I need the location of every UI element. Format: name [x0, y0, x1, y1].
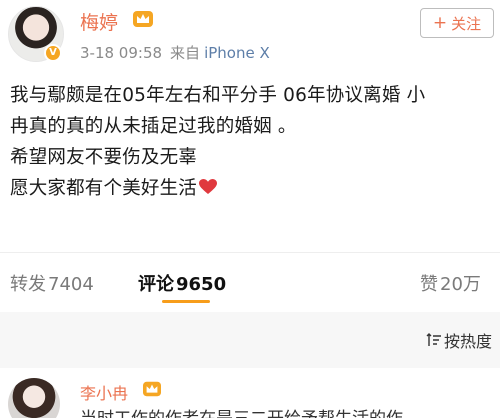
- comment-item[interactable]: 李小冉 当时工作的作者在是三二开给予帮生活的作: [0, 370, 500, 418]
- post-body: 我与鄢颇是在05年左右和平分手 06年协议离婚 小 冉真的真的从未插足过我的婚姻…: [10, 80, 494, 204]
- post-body-line: 冉真的真的从未插足过我的婚姻 。: [10, 116, 297, 137]
- comment-label: 评论: [138, 274, 174, 295]
- repost-button[interactable]: 转发 7404: [10, 270, 94, 296]
- author-name[interactable]: 梅婷: [80, 8, 118, 35]
- like-count: 20万: [440, 274, 481, 295]
- like-button[interactable]: 赞 20万: [420, 270, 481, 296]
- post-body-line: 希望网友不要伤及无辜: [10, 147, 198, 168]
- post-meta: 3-18 09:58 来自 iPhone X: [80, 42, 270, 63]
- repost-label: 转发: [10, 274, 46, 295]
- sort-by-popularity-button[interactable]: 按热度: [426, 328, 492, 352]
- commenter-name[interactable]: 李小冉: [80, 380, 128, 404]
- plus-icon: +: [432, 13, 448, 33]
- verified-badge-icon: V: [44, 44, 62, 62]
- post-body-line-last: 愿大家都有个美好生活: [10, 173, 494, 204]
- repost-count: 7404: [48, 274, 94, 295]
- follow-button[interactable]: + 关注: [420, 8, 494, 38]
- follow-label: 关注: [451, 14, 482, 33]
- divider: [0, 252, 500, 253]
- heart-icon: [199, 179, 218, 194]
- comment-tab[interactable]: 评论 9650: [138, 270, 226, 296]
- sort-label: 按热度: [443, 332, 492, 351]
- comment-text: 当时工作的作者在是三二开给予帮生活的作: [80, 408, 500, 418]
- post-source-label: 来自: [170, 44, 201, 62]
- post-body-line: 我与鄢颇是在05年左右和平分手 06年协议离婚 小: [10, 85, 426, 106]
- crown-icon: [143, 381, 161, 397]
- commenter-avatar[interactable]: [8, 378, 60, 418]
- post-body-line: 愿大家都有个美好生活: [10, 178, 198, 199]
- active-tab-indicator: [162, 300, 210, 303]
- crown-icon: [133, 11, 153, 27]
- comment-sort-bar: 按热度: [0, 312, 500, 368]
- like-label: 赞: [420, 274, 438, 295]
- post-device[interactable]: iPhone X: [204, 44, 270, 62]
- comment-count: 9650: [176, 274, 227, 295]
- post-timestamp: 3-18 09:58: [80, 44, 163, 62]
- post-header: V 梅婷 3-18 09:58 来自 iPhone X + 关注: [0, 0, 500, 66]
- post-actions: 转发 7404 评论 9650 赞 20万: [0, 262, 500, 306]
- sort-icon: [426, 333, 441, 346]
